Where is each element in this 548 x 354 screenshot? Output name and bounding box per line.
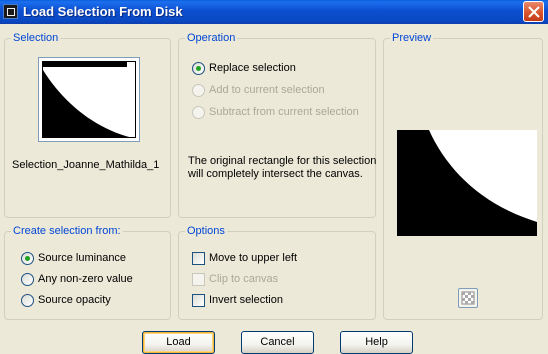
add-selection-radio bbox=[192, 84, 205, 97]
source-opacity-label[interactable]: Source opacity bbox=[38, 294, 111, 306]
title-bar[interactable]: Load Selection From Disk bbox=[0, 0, 548, 24]
window-title: Load Selection From Disk bbox=[23, 4, 183, 19]
options-legend: Options bbox=[185, 225, 227, 238]
move-upper-left-label[interactable]: Move to upper left bbox=[209, 252, 297, 264]
help-button[interactable]: Help bbox=[340, 331, 413, 354]
any-non-zero-label[interactable]: Any non-zero value bbox=[38, 273, 133, 285]
source-luminance-label[interactable]: Source luminance bbox=[38, 252, 126, 264]
source-opacity-radio[interactable] bbox=[21, 294, 34, 307]
replace-selection-radio[interactable] bbox=[192, 62, 205, 75]
invert-selection-label[interactable]: Invert selection bbox=[209, 294, 283, 306]
subtract-selection-label: Subtract from current selection bbox=[209, 106, 359, 118]
clip-to-canvas-checkbox bbox=[192, 273, 205, 286]
any-non-zero-radio[interactable] bbox=[21, 273, 34, 286]
load-button[interactable]: Load bbox=[142, 331, 215, 354]
close-button[interactable] bbox=[523, 1, 544, 22]
thumbnail-image bbox=[42, 61, 136, 138]
selection-name: Selection_Joanne_Mathilda_1 bbox=[12, 159, 160, 171]
move-upper-left-checkbox[interactable] bbox=[192, 252, 205, 265]
add-selection-label: Add to current selection bbox=[209, 84, 325, 96]
create-selection-legend: Create selection from: bbox=[11, 225, 123, 238]
invert-selection-checkbox[interactable] bbox=[192, 294, 205, 307]
clip-to-canvas-label: Clip to canvas bbox=[209, 273, 279, 285]
app-icon bbox=[3, 4, 18, 19]
replace-selection-label[interactable]: Replace selection bbox=[209, 62, 296, 74]
operation-legend: Operation bbox=[185, 32, 238, 45]
operation-info-text: The original rectangle for this selectio… bbox=[188, 155, 377, 180]
close-icon bbox=[528, 6, 540, 18]
source-luminance-radio[interactable] bbox=[21, 252, 34, 265]
preview-legend: Preview bbox=[390, 32, 434, 45]
selection-thumbnail[interactable] bbox=[38, 57, 140, 142]
cancel-button[interactable]: Cancel bbox=[241, 331, 314, 354]
selection-legend: Selection bbox=[11, 32, 61, 45]
checkerboard-icon[interactable] bbox=[458, 288, 478, 308]
subtract-selection-radio bbox=[192, 106, 205, 119]
preview-image bbox=[397, 130, 537, 236]
